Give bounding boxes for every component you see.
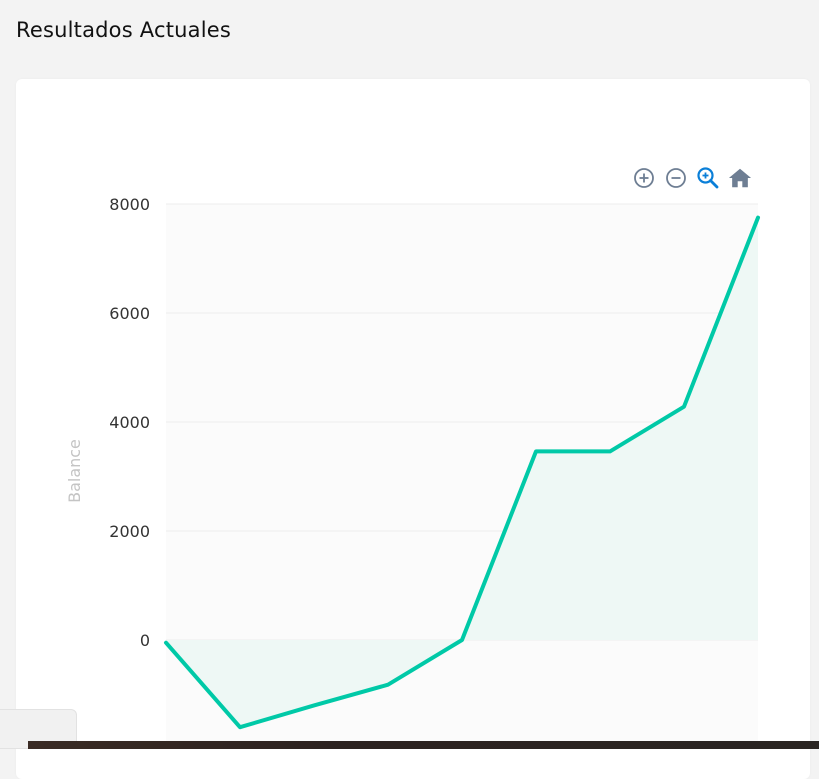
zoom-out-button[interactable] bbox=[664, 166, 688, 190]
y-tick-label: 0 bbox=[140, 631, 150, 650]
balance-chart: 80006000400020000-2000 Balance bbox=[65, 195, 760, 749]
reset-zoom-button[interactable] bbox=[728, 166, 752, 190]
home-icon bbox=[728, 168, 752, 188]
y-tick-label: 6000 bbox=[109, 304, 150, 323]
bottom-bar bbox=[28, 741, 819, 749]
zoom-select-button[interactable] bbox=[696, 166, 720, 190]
chart-toolbar bbox=[632, 165, 752, 191]
minus-circle-icon bbox=[666, 168, 686, 188]
zoom-in-button[interactable] bbox=[632, 166, 656, 190]
y-tick-label: 2000 bbox=[109, 522, 150, 541]
y-tick-label: 8000 bbox=[109, 195, 150, 214]
y-axis-title: Balance bbox=[65, 439, 84, 503]
plus-circle-icon bbox=[634, 168, 654, 188]
y-axis-ticks: 80006000400020000-2000 bbox=[104, 195, 151, 749]
magnifier-plus-icon bbox=[697, 167, 719, 189]
y-tick-label: 4000 bbox=[109, 413, 150, 432]
